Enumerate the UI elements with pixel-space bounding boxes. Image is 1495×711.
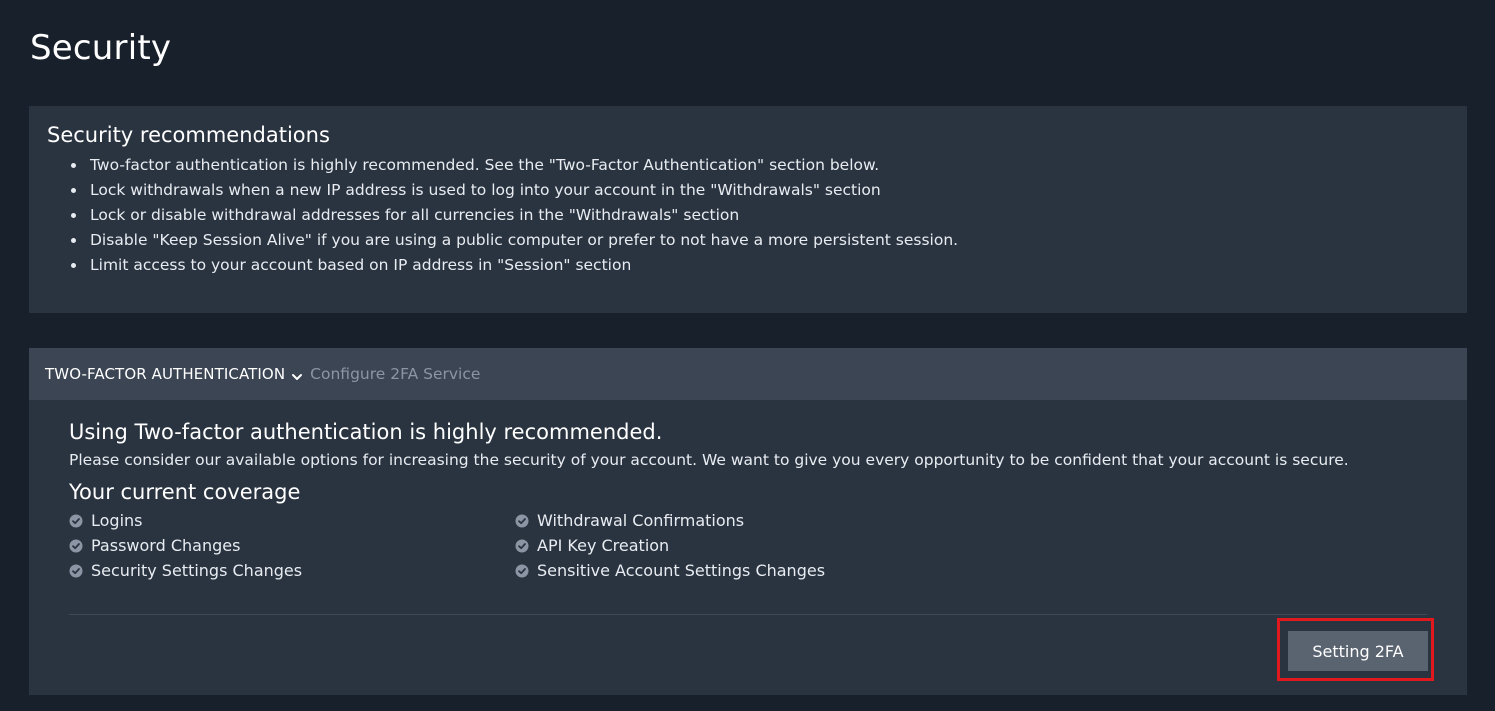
- check-circle-icon: [515, 539, 529, 552]
- coverage-item: Security Settings Changes: [69, 558, 515, 583]
- coverage-item: Password Changes: [69, 533, 515, 558]
- check-circle-icon: [515, 564, 529, 577]
- recommendation-item: Lock or disable withdrawal addresses for…: [71, 203, 1449, 228]
- recommendation-item: Limit access to your account based on IP…: [71, 253, 1449, 278]
- divider: [69, 614, 1427, 615]
- configure-2fa-link[interactable]: Configure 2FA Service: [310, 365, 480, 383]
- coverage-label: Withdrawal Confirmations: [537, 511, 745, 530]
- recommendations-list: Two-factor authentication is highly reco…: [47, 153, 1449, 278]
- recommendation-item: Two-factor authentication is highly reco…: [71, 153, 1449, 178]
- recommendation-item: Lock withdrawals when a new IP address i…: [71, 178, 1449, 203]
- security-recommendations-panel: Security recommendations Two-factor auth…: [29, 106, 1467, 313]
- page-title: Security: [30, 28, 172, 68]
- two-factor-header: TWO-FACTOR AUTHENTICATION Configure 2FA …: [29, 348, 1467, 400]
- check-circle-icon: [69, 564, 83, 577]
- highlight-box: Setting 2FA: [1277, 618, 1434, 681]
- two-factor-body: Using Two-factor authentication is highl…: [29, 400, 1467, 583]
- check-circle-icon: [69, 539, 83, 552]
- coverage-list: Logins Withdrawal Confirmations Password…: [69, 508, 1427, 583]
- coverage-item: Withdrawal Confirmations: [515, 508, 915, 533]
- two-factor-header-title: TWO-FACTOR AUTHENTICATION: [45, 365, 286, 383]
- security-page: Security Security recommendations Two-fa…: [0, 0, 1495, 711]
- recommendation-item: Disable "Keep Session Alive" if you are …: [71, 228, 1449, 253]
- coverage-item: API Key Creation: [515, 533, 915, 558]
- coverage-label: Sensitive Account Settings Changes: [537, 561, 826, 580]
- coverage-label: Password Changes: [91, 536, 241, 555]
- recommendations-title: Security recommendations: [47, 123, 330, 147]
- setting-2fa-button[interactable]: Setting 2FA: [1288, 631, 1428, 671]
- chevron-down-icon[interactable]: [291, 368, 303, 380]
- check-circle-icon: [69, 514, 83, 527]
- coverage-item: Logins: [69, 508, 515, 533]
- two-factor-description: Please consider our available options fo…: [69, 451, 1349, 469]
- check-circle-icon: [515, 514, 529, 527]
- coverage-title: Your current coverage: [69, 480, 301, 504]
- coverage-label: API Key Creation: [537, 536, 670, 555]
- coverage-item: Sensitive Account Settings Changes: [515, 558, 915, 583]
- coverage-label: Security Settings Changes: [91, 561, 303, 580]
- two-factor-heading: Using Two-factor authentication is highl…: [69, 420, 663, 444]
- two-factor-panel: TWO-FACTOR AUTHENTICATION Configure 2FA …: [29, 348, 1467, 695]
- coverage-label: Logins: [91, 511, 143, 530]
